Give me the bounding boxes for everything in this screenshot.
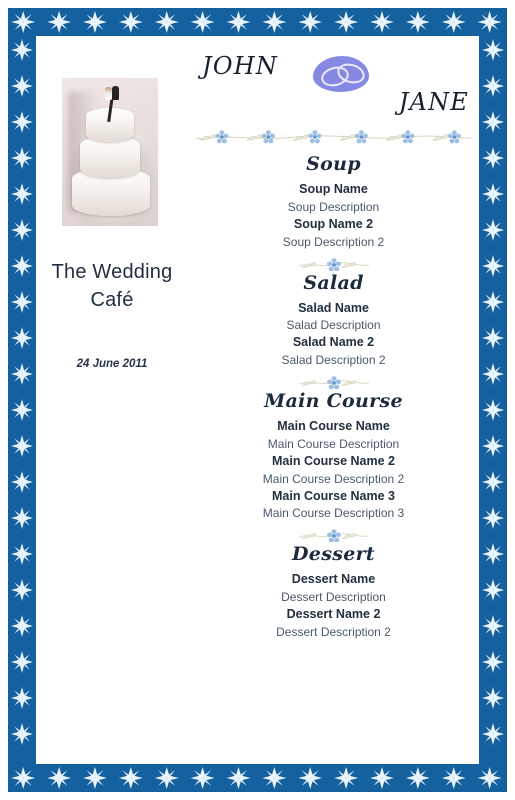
snowflake-pattern-bottom (8, 764, 507, 792)
menu-item-name: Dessert Name 2 (286, 607, 381, 622)
menu-item-name: Main Course Name 3 (272, 488, 395, 503)
floral-divider-small (295, 375, 373, 390)
menu-item-description: Dessert Description (281, 590, 386, 605)
section-title: Salad (303, 271, 364, 294)
wedding-cake-photo (62, 78, 158, 226)
border-left (8, 36, 36, 764)
menu-section: Salad Salad Name Salad Description Salad Na… (196, 257, 471, 370)
menu-item-description: Main Course Description 2 (262, 471, 405, 486)
menu-section: Main Course Main Course Name Main Course D… (196, 375, 471, 522)
floral-divider-wide (194, 128, 473, 144)
snowflake-pattern-top (8, 8, 507, 36)
menu-item-description: Main Course Description 3 (262, 506, 405, 521)
floral-divider-small (295, 528, 373, 543)
name-second: JANE (398, 88, 469, 116)
menu-content: The Wedding Café 24 June 2011 JOHN JANE (36, 36, 479, 764)
section-title: Main Course (264, 390, 403, 413)
menu-item-name: Soup Name 2 (293, 216, 374, 231)
name-first: JOHN (202, 52, 279, 80)
left-panel: The Wedding Café 24 June 2011 (36, 36, 188, 764)
event-date: 24 June 2011 (76, 358, 148, 370)
venue-name: The Wedding Café (51, 261, 173, 312)
border-bottom (8, 764, 507, 792)
menu-item-description: Salad Description (286, 318, 381, 333)
decorative-frame: The Wedding Café 24 June 2011 JOHN JANE (8, 8, 507, 792)
right-panel: JOHN JANE Soup Soup Name Soup Descriptio… (188, 36, 479, 764)
snowflake-pattern-left (8, 36, 36, 764)
menu-item-name: Salad Name 2 (292, 335, 375, 350)
menu-item-description: Main Course Description (267, 436, 400, 451)
menu-item-name: Soup Name (299, 182, 368, 196)
menu-item-name: Dessert Name (291, 572, 376, 587)
cake-topper-groom (112, 86, 119, 100)
section-title: Soup (306, 153, 361, 175)
menu-item-name: Salad Name (298, 300, 369, 315)
menu-item-description: Soup Description 2 (282, 234, 385, 249)
snowflake-pattern-right (479, 36, 507, 764)
section-title: Dessert (292, 543, 375, 566)
menu-item-name: Main Course Name (277, 419, 390, 434)
border-right (479, 36, 507, 764)
wedding-rings-icon (313, 56, 369, 92)
menu-item-description: Soup Description (287, 199, 380, 214)
couple-names: JOHN JANE (188, 36, 479, 128)
menu-section: Soup Soup Name Soup Description Soup Name 2… (196, 153, 471, 251)
menu-section: Dessert Dessert Name Dessert Description De… (196, 528, 471, 641)
menu-item-name: Main Course Name 2 (272, 453, 395, 468)
menu-item-description: Salad Description 2 (281, 353, 386, 368)
cake-topper-bride (105, 87, 112, 100)
floral-divider-small (295, 257, 373, 271)
menu-page: The Wedding Café 24 June 2011 JOHN JANE (0, 0, 515, 800)
menu-item-description: Dessert Description 2 (276, 625, 391, 639)
menu-sections: Soup Soup Name Soup Description Soup Name 2… (188, 146, 479, 641)
cake-tier-middle (80, 136, 140, 178)
border-top (8, 8, 507, 36)
